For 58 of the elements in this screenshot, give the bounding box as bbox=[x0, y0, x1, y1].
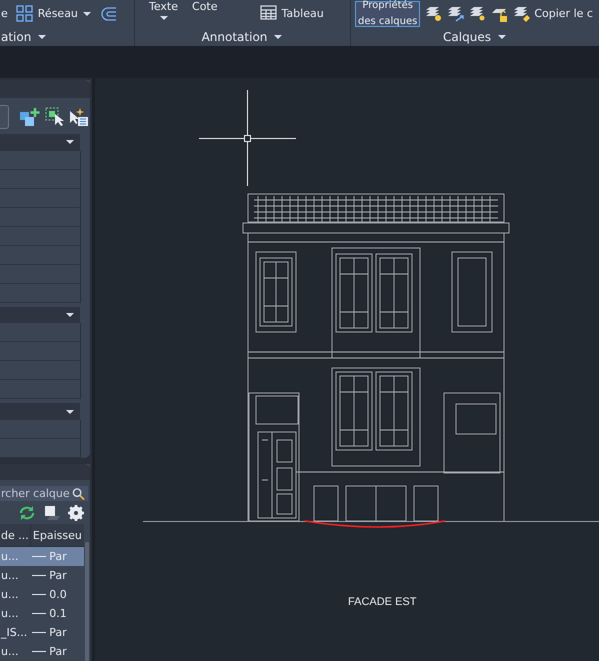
square-icon bbox=[44, 504, 60, 521]
ribbon-button[interactable]: Tableau bbox=[260, 4, 324, 22]
caret-icon bbox=[37, 34, 48, 40]
select-objects-icon bbox=[69, 106, 89, 127]
layer-row[interactable]: u... 0.0 bbox=[0, 585, 84, 604]
table-cell-text: _IS... bbox=[0, 625, 28, 641]
column-header[interactable]: Epaisseu bbox=[30, 524, 84, 546]
quick-select-icon bbox=[45, 106, 65, 127]
caret-icon bbox=[273, 34, 284, 40]
layer-row[interactable]: u... 0.1 bbox=[0, 604, 84, 623]
table-cell: Par bbox=[49, 645, 67, 658]
caret-icon bbox=[65, 312, 75, 318]
toolbar-button[interactable] bbox=[424, 4, 442, 22]
layers-bulb-icon bbox=[424, 4, 442, 22]
lineweight-line bbox=[32, 575, 46, 576]
panel-title[interactable]: Calques bbox=[351, 27, 599, 46]
table-cell-text: u... bbox=[0, 606, 20, 622]
toolbar-button[interactable] bbox=[446, 4, 464, 22]
layers-brush-icon bbox=[512, 4, 530, 22]
lineweight-line bbox=[32, 651, 46, 652]
search-field[interactable]: rcher calque bbox=[0, 486, 88, 502]
toolbar-button[interactable] bbox=[100, 4, 118, 22]
ribbon-button[interactable]: Copier le c bbox=[512, 4, 593, 22]
ribbon-button[interactable]: Texte bbox=[147, 1, 180, 25]
layers-arrow-icon bbox=[446, 4, 464, 22]
add-selection-icon bbox=[19, 106, 41, 127]
table-cell-text: u... bbox=[0, 644, 20, 660]
drawing-label: FACADE EST bbox=[348, 596, 416, 608]
panel-title[interactable]: ation bbox=[0, 27, 134, 46]
lineweight-line bbox=[32, 594, 46, 595]
grid-icon bbox=[16, 4, 34, 22]
search-icon bbox=[72, 486, 85, 501]
column-header[interactable]: de ... bbox=[0, 524, 30, 546]
caret-icon bbox=[496, 34, 507, 40]
panel-title[interactable]: Annotation bbox=[135, 27, 350, 46]
ribbon-button[interactable]: Cote bbox=[190, 1, 220, 25]
ribbon-button[interactable]: Réseau bbox=[16, 4, 92, 22]
table-cell: 0.0 bbox=[49, 588, 67, 601]
caret-icon bbox=[65, 408, 75, 415]
table-cell: Par bbox=[49, 626, 67, 639]
table-cell: 0.1 bbox=[49, 607, 67, 620]
layer-row[interactable]: _IS... Par bbox=[0, 623, 84, 642]
lineweight-line bbox=[32, 556, 46, 557]
lineweight-line bbox=[32, 613, 46, 614]
layer-row[interactable]: u... Par bbox=[0, 566, 84, 585]
settings-icon bbox=[68, 504, 84, 521]
lineweight-line bbox=[32, 632, 46, 633]
layer-row[interactable]: u... Par bbox=[0, 642, 84, 661]
caret-icon bbox=[65, 139, 75, 146]
table-cell-text: u... bbox=[0, 549, 20, 565]
table-icon bbox=[260, 4, 278, 22]
table-cell: Par bbox=[49, 550, 67, 563]
refresh-icon bbox=[18, 504, 36, 521]
table-cell: Par bbox=[49, 569, 67, 582]
ribbon-label: e bbox=[1, 7, 8, 20]
table-cell-text: u... bbox=[0, 568, 20, 584]
curves-icon bbox=[100, 4, 118, 22]
table-cell-text: u... bbox=[0, 587, 20, 603]
